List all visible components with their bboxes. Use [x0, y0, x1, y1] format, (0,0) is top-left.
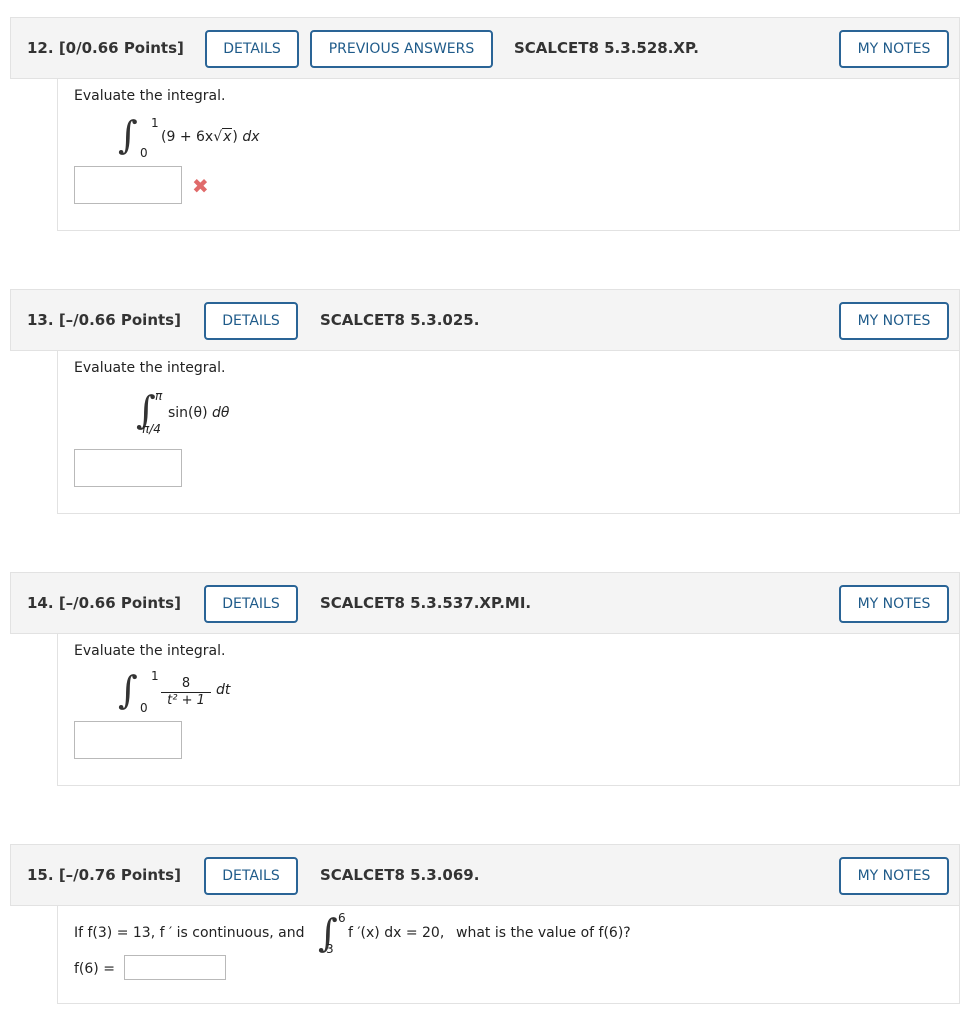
question-text: If f(3) = 13, f ′ is continuous, and [74, 925, 305, 941]
question-15-body: If f(3) = 13, f ′ is continuous, and ∫ 6… [57, 906, 960, 1004]
problem-code: SCALCET8 5.3.025. [320, 311, 480, 329]
lower-limit: 0 [140, 146, 148, 160]
details-button[interactable]: DETAILS [204, 857, 298, 895]
my-notes-button[interactable]: MY NOTES [839, 30, 949, 68]
fraction-numerator: 8 [181, 676, 191, 691]
upper-limit: 1 [151, 116, 159, 130]
question-prompt: Evaluate the integral. [74, 88, 226, 104]
details-button[interactable]: DETAILS [205, 30, 299, 68]
question-14-header: 14. [–/0.66 Points] DETAILS SCALCET8 5.3… [10, 572, 960, 634]
question-number-points: 15. [–/0.76 Points] [27, 866, 181, 884]
question-prompt: Evaluate the integral. [74, 360, 226, 376]
answer-input[interactable] [74, 166, 182, 204]
problem-code: SCALCET8 5.3.528.XP. [514, 39, 699, 57]
lower-limit: 3 [326, 942, 334, 956]
integral-sign: ∫ [118, 113, 138, 157]
lower-limit: 0 [140, 701, 148, 715]
question-15-header: 15. [–/0.76 Points] DETAILS SCALCET8 5.3… [10, 844, 960, 906]
my-notes-button[interactable]: MY NOTES [839, 857, 949, 895]
details-button[interactable]: DETAILS [204, 302, 298, 340]
problem-code: SCALCET8 5.3.069. [320, 866, 480, 884]
question-number-points: 13. [–/0.66 Points] [27, 311, 181, 329]
answer-input[interactable] [74, 449, 182, 487]
upper-limit: 6 [338, 911, 346, 925]
answer-label: f(6) = [74, 961, 115, 977]
question-text-end: what is the value of f(6)? [456, 925, 631, 941]
question-number-points: 14. [–/0.66 Points] [27, 594, 181, 612]
fraction-denominator: t² + 1 [167, 693, 205, 708]
question-12-header: 12. [0/0.66 Points] DETAILS PREVIOUS ANS… [10, 17, 960, 79]
differential: dt [216, 682, 231, 698]
integrand: f ′(x) dx = 20, [348, 925, 445, 941]
question-number-points: 12. [0/0.66 Points] [27, 39, 184, 57]
my-notes-button[interactable]: MY NOTES [839, 585, 949, 623]
lower-limit: π/4 [142, 422, 161, 436]
upper-limit: 1 [151, 669, 159, 683]
details-button[interactable]: DETAILS [204, 585, 298, 623]
question-12-body: Evaluate the integral. ∫ 1 0 (9 + 6x√x) … [57, 79, 960, 231]
previous-answers-button[interactable]: PREVIOUS ANSWERS [310, 30, 493, 68]
question-prompt: Evaluate the integral. [74, 643, 226, 659]
my-notes-button[interactable]: MY NOTES [839, 302, 949, 340]
question-13-header: 13. [–/0.66 Points] DETAILS SCALCET8 5.3… [10, 289, 960, 351]
integral-sign: ∫ [118, 668, 138, 712]
upper-limit: π [155, 389, 163, 403]
integrand: sin(θ) dθ [168, 405, 230, 421]
integrand: (9 + 6x√x) dx [161, 128, 260, 145]
answer-input[interactable] [74, 721, 182, 759]
incorrect-x-icon: ✖ [192, 174, 209, 198]
question-14-body: Evaluate the integral. ∫ 1 0 8 t² + 1 dt [57, 634, 960, 786]
question-13-body: Evaluate the integral. ∫ π π/4 sin(θ) dθ [57, 351, 960, 514]
answer-input[interactable] [124, 955, 226, 980]
problem-code: SCALCET8 5.3.537.XP.MI. [320, 594, 532, 612]
